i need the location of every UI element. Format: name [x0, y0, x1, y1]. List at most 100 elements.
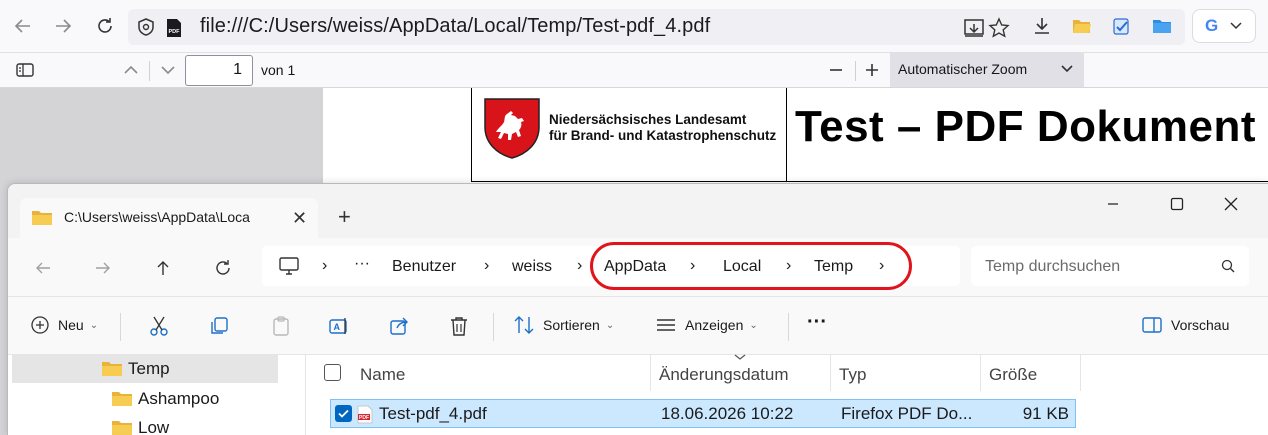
chevron-down-icon — [1061, 65, 1073, 73]
nav-item-low[interactable]: Low — [112, 414, 169, 435]
new-button[interactable]: Neu ⌄ — [30, 315, 98, 335]
zoom-out-button[interactable] — [821, 55, 851, 85]
next-page-button[interactable] — [153, 55, 183, 85]
chevron-right-icon[interactable]: › — [786, 257, 791, 275]
previous-page-button[interactable] — [116, 55, 146, 85]
chevron-down-icon: ⌄ — [89, 319, 99, 331]
organization-name-line1: Niedersächsisches Landesamt — [549, 112, 747, 127]
arrow-left-icon — [14, 19, 30, 33]
google-search-button[interactable]: G — [1192, 9, 1256, 43]
back-button[interactable] — [8, 11, 38, 41]
search-input[interactable]: Temp durchsuchen — [971, 246, 1249, 286]
zoom-in-button[interactable] — [857, 55, 887, 85]
paste-button[interactable] — [270, 315, 300, 337]
delete-button[interactable] — [448, 315, 478, 337]
toolbar-separator — [149, 61, 150, 81]
google-logo: G — [1205, 16, 1219, 35]
refresh-button[interactable] — [208, 253, 238, 283]
sort-button[interactable]: Sortieren ⌄ — [513, 315, 614, 335]
file-explorer-window[interactable]: C:\Users\weiss\AppData\Loca ✕ + › ··· Be… — [7, 183, 1268, 435]
more-options-button[interactable]: ··· — [807, 311, 827, 334]
search-icon — [1221, 259, 1235, 273]
maximize-icon — [1170, 197, 1184, 211]
rename-button[interactable]: A — [328, 315, 358, 337]
extension-checkmark-icon — [1113, 18, 1129, 35]
breadcrumb-local[interactable]: Local — [723, 258, 761, 276]
maximize-button[interactable] — [1154, 190, 1200, 218]
minimize-icon — [1108, 203, 1118, 205]
column-header-date[interactable]: Änderungsdatum — [659, 365, 788, 385]
command-separator — [788, 313, 789, 341]
nav-item-ashampoo[interactable]: Ashampoo — [112, 385, 219, 413]
chevron-right-icon: › — [322, 257, 328, 274]
bookmark-star-icon[interactable] — [988, 17, 1010, 39]
copy-button[interactable] — [208, 315, 238, 337]
column-divider — [1080, 355, 1081, 391]
view-button[interactable]: Anzeigen ⌄ — [655, 315, 758, 335]
back-button[interactable] — [28, 253, 58, 283]
reader-view-icon[interactable] — [963, 17, 985, 39]
breadcrumb-benutzer[interactable]: Benutzer — [392, 258, 456, 276]
copy-icon — [211, 317, 228, 334]
address-bar[interactable]: › ··· Benutzer › weiss › AppData › Local… — [262, 246, 960, 286]
breadcrumb-weiss[interactable]: weiss — [512, 258, 552, 276]
zoom-select[interactable]: Automatischer Zoom — [890, 53, 1084, 87]
folder-icon — [32, 211, 52, 225]
select-all-checkbox[interactable] — [324, 364, 341, 381]
arrow-right-icon — [56, 19, 72, 33]
row-checkbox[interactable] — [335, 405, 352, 422]
url-text[interactable]: file:///C:/Users/weiss/AppData/Local/Tem… — [200, 15, 710, 38]
preview-label: Vorschau — [1171, 317, 1230, 333]
forward-button[interactable] — [48, 11, 78, 41]
minimize-button[interactable] — [1090, 190, 1136, 218]
chevron-right-icon[interactable]: › — [484, 257, 489, 275]
reload-button[interactable] — [90, 11, 120, 41]
extension-button[interactable] — [1107, 11, 1137, 41]
share-button[interactable] — [388, 315, 418, 337]
close-tab-button[interactable]: ✕ — [292, 208, 307, 229]
table-row[interactable]: PDF Test-pdf_4.pdf 18.06.2026 10:22 Fire… — [330, 399, 1076, 428]
up-button[interactable] — [148, 253, 178, 283]
page-number-input[interactable]: 1 — [185, 55, 253, 86]
toggle-sidebar-button[interactable] — [10, 55, 40, 85]
breadcrumb-temp[interactable]: Temp — [814, 258, 853, 276]
file-list: Name Änderungsdatum Typ Größe PDF Test-p… — [306, 354, 1268, 435]
preview-pane-button[interactable]: Vorschau — [1141, 315, 1229, 335]
plus-icon — [866, 64, 878, 76]
nav-item-temp[interactable]: Temp — [12, 355, 278, 383]
arrow-up-icon — [157, 261, 169, 275]
breadcrumb-appdata[interactable]: AppData — [604, 258, 666, 276]
close-window-button[interactable] — [1208, 190, 1254, 218]
plus-circle-icon — [31, 316, 49, 334]
folder-extension-button[interactable] — [1067, 11, 1097, 41]
folder-button[interactable] — [1147, 11, 1177, 41]
new-tab-button[interactable]: + — [338, 204, 351, 230]
toolbar-separator — [855, 61, 856, 81]
more-breadcrumbs-button[interactable]: ··· — [354, 255, 370, 273]
cut-button[interactable] — [148, 315, 178, 337]
more-options-label: ··· — [807, 311, 827, 333]
file-name[interactable]: Test-pdf_4.pdf — [379, 404, 487, 424]
navigation-pane: Temp Ashampoo Low — [8, 355, 306, 435]
sort-icon — [514, 316, 534, 334]
column-header-size[interactable]: Größe — [989, 365, 1037, 385]
chevron-right-icon[interactable]: › — [690, 257, 695, 275]
downloads-button[interactable] — [1027, 11, 1057, 41]
arrow-left-icon — [36, 262, 50, 274]
sidebar-icon — [16, 63, 34, 77]
column-header-name[interactable]: Name — [360, 365, 405, 385]
pdf-document-title: Test – PDF Dokument — [795, 102, 1256, 151]
open-folder-icon — [1073, 20, 1091, 33]
organization-name-line2: für Brand- und Katastrophenschutz — [549, 128, 777, 143]
column-divider — [980, 355, 981, 391]
chevron-down-icon: ⌄ — [749, 319, 758, 331]
checkmark-icon — [338, 409, 349, 418]
pdf-file-icon: PDF — [357, 405, 373, 424]
shield-icon[interactable] — [136, 17, 156, 37]
svg-text:A: A — [334, 322, 341, 332]
explorer-tab[interactable]: C:\Users\weiss\AppData\Loca ✕ — [20, 198, 318, 238]
chevron-right-icon[interactable]: › — [879, 257, 884, 275]
forward-button[interactable] — [88, 253, 118, 283]
column-header-type[interactable]: Typ — [839, 365, 866, 385]
chevron-right-icon[interactable]: › — [577, 257, 582, 275]
